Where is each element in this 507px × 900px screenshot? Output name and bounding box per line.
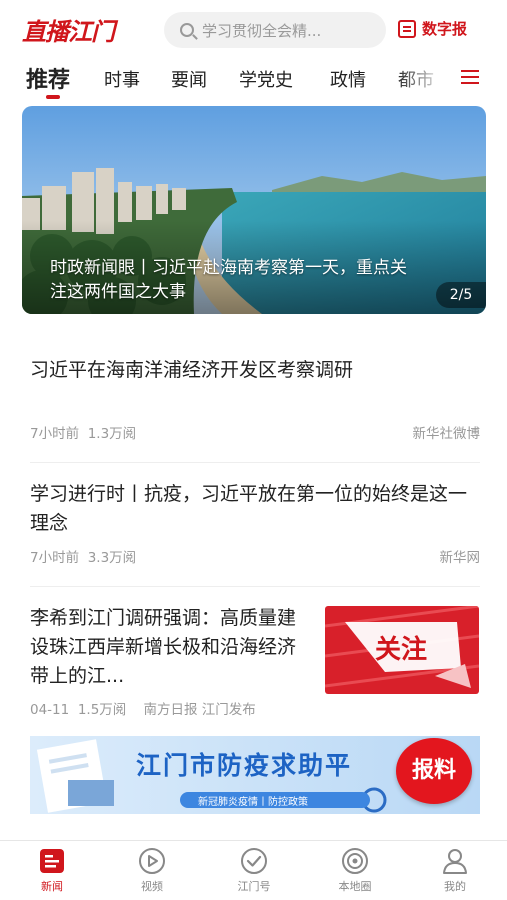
news-title[interactable]: 学习进行时丨抗疫，习近平放在第一位的始终是这一理念 — [30, 480, 480, 538]
search-placeholder: 学习贯彻全会精... — [202, 21, 322, 40]
news-title[interactable]: 李希到江门调研强调：高质量建设珠江西岸新增长极和沿海经济带上的江... — [30, 604, 304, 691]
video-icon — [139, 848, 165, 874]
local-circle-icon — [342, 848, 368, 874]
thumbnail-label: 关注 — [375, 634, 427, 665]
ad-title: 江门市防疫求助平 — [136, 751, 353, 780]
divider — [30, 586, 480, 587]
news-thumbnail[interactable]: 关注 — [325, 606, 479, 694]
tabbar-label: 视频 — [141, 880, 163, 893]
tabbar-item-news[interactable]: 新闻 — [22, 847, 82, 894]
tabbar-item-local-circle[interactable]: 本地圈 — [325, 847, 385, 894]
tabs-fade-overlay — [396, 62, 446, 98]
news-source: 新华网 — [439, 550, 481, 566]
report-button[interactable]: 报料 — [396, 738, 472, 804]
news-meta: 04-11 1.5万阅 南方日报 江门发布 — [30, 702, 256, 718]
search-icon — [180, 23, 194, 37]
digital-newspaper-label: 数字报 — [422, 20, 468, 38]
digital-newspaper-button[interactable]: 数字报 — [398, 18, 467, 39]
tabbar-item-video[interactable]: 视频 — [122, 847, 182, 894]
tab-current-affairs[interactable]: 时事 — [104, 66, 140, 92]
profile-icon — [443, 849, 467, 874]
channel-menu-icon[interactable] — [461, 70, 479, 84]
tabbar-item-jiangmen-account[interactable]: 江门号 — [224, 847, 284, 894]
tab-recommend[interactable]: 推荐 — [26, 62, 70, 94]
app-logo[interactable]: 直播江门 — [22, 12, 115, 47]
news-icon — [40, 849, 64, 873]
thumbnail-image: 关注 — [325, 606, 479, 694]
top-banner-carousel[interactable]: 时政新闻眼丨习近平赴海南考察第一天，重点关注这两件国之大事 2/5 — [22, 106, 486, 314]
news-item[interactable]: 李希到江门调研强调：高质量建设珠江西岸新增长极和沿海经济带上的江... 04-1… — [30, 604, 304, 720]
tabbar-label: 我的 — [444, 880, 466, 893]
banner-headline[interactable]: 时政新闻眼丨习近平赴海南考察第一天，重点关注这两件国之大事 — [50, 256, 410, 304]
banner-page-indicator: 2/5 — [436, 282, 486, 308]
search-bar[interactable]: 学习贯彻全会精... — [164, 12, 386, 48]
news-meta: 7小时前 1.3万阅 — [30, 426, 137, 442]
app-header: 直播江门 学习贯彻全会精... 数字报 — [0, 0, 507, 58]
news-item[interactable]: 学习进行时丨抗疫，习近平放在第一位的始终是这一理念 7小时前 3.3万阅 新华网 — [30, 480, 480, 570]
tab-party-history[interactable]: 学党史 — [239, 66, 293, 92]
news-title[interactable]: 习近平在海南洋浦经济开发区考察调研 — [30, 356, 480, 385]
news-item[interactable]: 习近平在海南洋浦经济开发区考察调研 7小时前 1.3万阅 新华社微博 — [30, 356, 480, 446]
tabbar-item-profile[interactable]: 我的 — [425, 847, 485, 894]
tabbar-label: 新闻 — [41, 880, 63, 893]
tab-politics[interactable]: 政情 — [330, 66, 366, 92]
tab-headlines[interactable]: 要闻 — [171, 66, 207, 92]
news-source: 新华社微博 — [412, 426, 481, 442]
jiangmen-account-icon — [241, 848, 267, 874]
epidemic-help-banner[interactable]: 江门市防疫求助平 新冠肺炎疫情丨防控政策 报料 — [30, 736, 480, 814]
news-meta: 7小时前 3.3万阅 — [30, 550, 137, 566]
channel-tabs: 推荐 时事 要闻 学党史 政情 都市 — [0, 62, 507, 102]
divider — [30, 462, 480, 463]
bottom-tab-bar: 新闻 视频 江门号 本地圈 我的 — [0, 840, 507, 900]
tabbar-label: 本地圈 — [338, 880, 372, 893]
tabbar-label: 江门号 — [237, 880, 271, 893]
newspaper-icon — [398, 19, 416, 38]
active-tab-indicator — [46, 95, 60, 99]
ad-subtitle: 新冠肺炎疫情丨防控政策 — [198, 797, 308, 808]
